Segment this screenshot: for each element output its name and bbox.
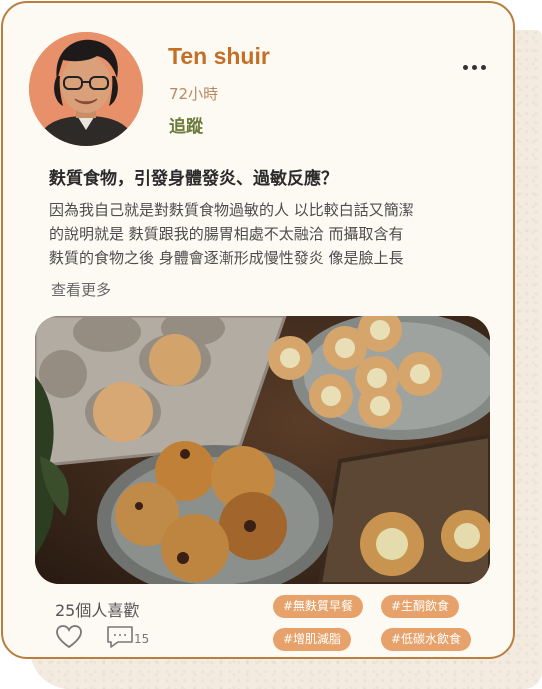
see-more-link[interactable]: 查看更多 [51, 279, 111, 300]
tag-keto-diet[interactable]: #生酮飲食 [381, 595, 460, 618]
post-title: 麩質食物，引發身體發炎、過敏反應？ [49, 169, 338, 189]
follow-button[interactable]: 追蹤 [169, 112, 203, 137]
comment-count: 15 [134, 632, 150, 646]
post-body-line: 因為我自己就是對麩質食物過敏的人 以比較白話又簡潔 [49, 201, 414, 219]
post-card: Ten shuir 72小時 追蹤 麩質食物，引發身體發炎、過敏反應？ 因為我自… [1, 1, 515, 659]
post-body-line: 的說明就是 麩質跟我的腸胃相處不太融洽 而攝取含有 [49, 225, 404, 243]
post-body: 因為我自己就是對麩質食物過敏的人 以比較白話又簡潔 的說明就是 麩質跟我的腸胃相… [49, 198, 499, 270]
more-dot [463, 64, 468, 70]
author-name[interactable]: Ten shuir [168, 43, 270, 70]
tag-gluten-free-breakfast[interactable]: #無麩質早餐 [273, 595, 364, 618]
tag-muscle-gain-fat-loss[interactable]: #增肌減脂 [273, 628, 352, 651]
post-time: 72小時 [169, 85, 219, 103]
tag-low-carb-diet[interactable]: #低碳水飲食 [381, 628, 472, 651]
more-dot [481, 64, 486, 70]
more-dot [472, 64, 477, 70]
more-icon[interactable] [463, 61, 487, 73]
likes-count: 25個人喜歡 [55, 601, 140, 620]
avatar[interactable] [29, 32, 143, 146]
comment-icon[interactable] [105, 624, 135, 650]
heart-icon[interactable] [55, 623, 83, 651]
post-photo[interactable] [35, 316, 490, 584]
post-body-line: 麩質的食物之後 身體會逐漸形成慢性發炎 像是臉上長 [49, 249, 404, 267]
